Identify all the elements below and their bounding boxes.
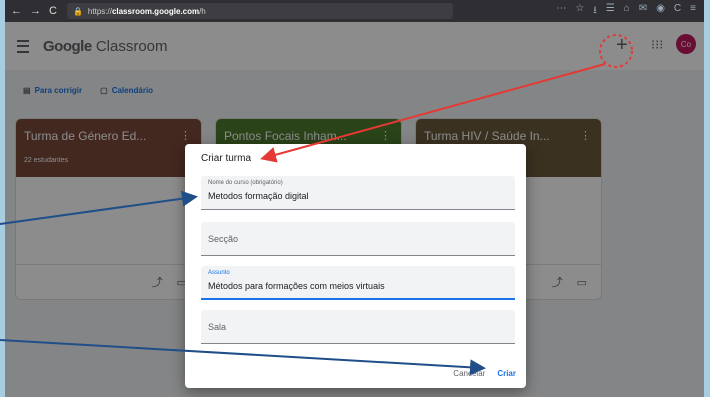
room-field[interactable]: Sala	[201, 310, 515, 344]
mail-icon[interactable]: ✉	[639, 3, 647, 20]
subject-field[interactable]: Assunto Métodos para formações com meios…	[201, 266, 515, 300]
browser-toolbar: ← → C 🔒 https://classroom.google.com/h ⋯…	[5, 0, 704, 22]
url-prefix: https://	[87, 6, 112, 16]
address-bar[interactable]: 🔒 https://classroom.google.com/h	[66, 3, 453, 19]
subject-value: Métodos para formações com meios virtuai…	[208, 281, 385, 291]
section-placeholder: Secção	[208, 234, 239, 244]
browser-menu-icon[interactable]: ≡	[690, 3, 696, 20]
page-actions-icon[interactable]: ⋯	[556, 3, 566, 20]
url-host: classroom.google.com	[111, 6, 200, 16]
course-name-field[interactable]: Nome do curso (obrigatório) Metodos form…	[201, 176, 515, 210]
lock-icon: 🔒	[72, 6, 83, 16]
cancel-button[interactable]: Cancelar	[453, 369, 485, 378]
url-path: /h	[199, 6, 206, 16]
dialog-title: Criar turma	[201, 153, 252, 164]
extension-icon[interactable]: ◉	[656, 3, 665, 20]
create-button[interactable]: Criar	[497, 369, 516, 378]
reload-icon[interactable]: C	[49, 5, 57, 17]
subject-label: Assunto	[208, 270, 230, 276]
bookmark-star-icon[interactable]: ☆	[575, 3, 584, 20]
home-icon[interactable]: ⌂	[624, 3, 630, 20]
browser-window: ← → C 🔒 https://classroom.google.com/h ⋯…	[5, 0, 704, 397]
course-name-label: Nome do curso (obrigatório)	[208, 180, 283, 186]
course-name-value: Metodos formação digital	[208, 191, 309, 201]
back-icon[interactable]: ←	[11, 5, 22, 17]
extension-c-icon[interactable]: C	[674, 3, 681, 20]
create-class-dialog: Criar turma Nome do curso (obrigatório) …	[185, 144, 526, 388]
download-icon[interactable]: ⭳	[593, 3, 597, 20]
section-field[interactable]: Secção	[201, 222, 515, 256]
room-placeholder: Sala	[208, 322, 227, 332]
forward-icon[interactable]: →	[30, 5, 41, 17]
library-icon[interactable]: ☰	[606, 3, 615, 20]
